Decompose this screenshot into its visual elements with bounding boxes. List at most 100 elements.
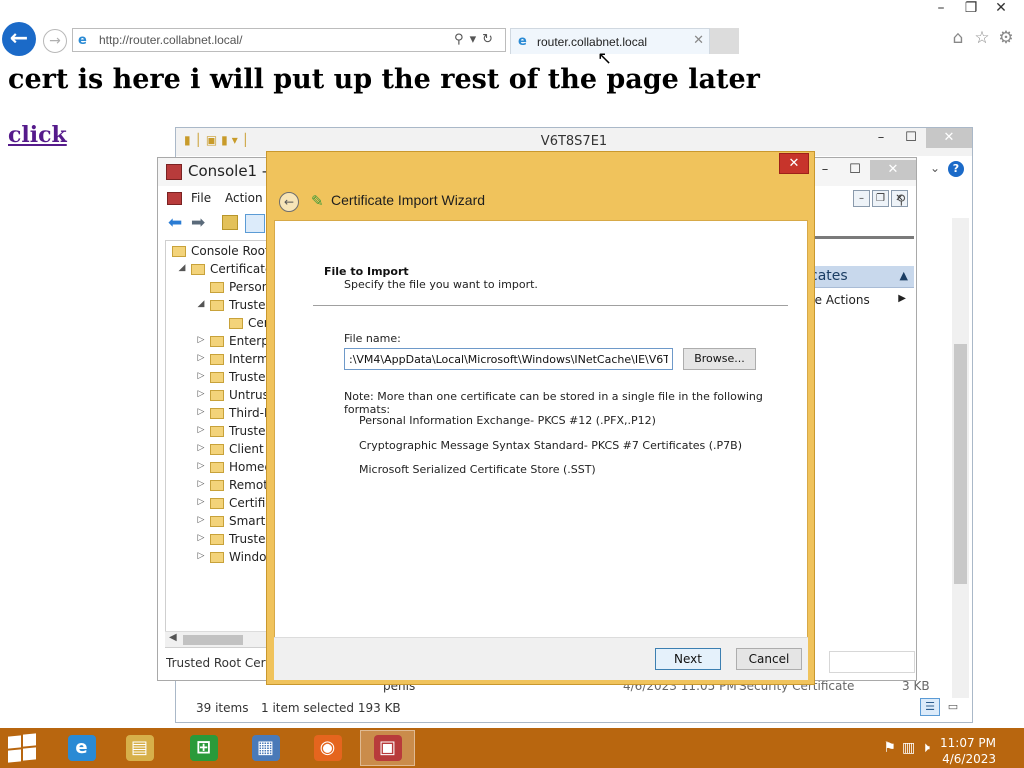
restore-icon[interactable]: ❐ [956,0,986,16]
browse-button[interactable]: Browse... [683,348,756,370]
tree-item[interactable]: ▷ Third-P [166,405,275,423]
back-arrow-icon[interactable]: ⬅ [168,213,182,233]
close-icon[interactable]: ✕ [926,128,972,148]
details-view-icon[interactable]: ☰ [920,698,940,716]
close-icon[interactable]: ✕ [870,160,916,180]
expand-icon[interactable]: ▷ [196,335,206,345]
forward-arrow-icon[interactable]: ➡ [191,213,205,233]
forward-button[interactable]: → [43,29,67,53]
cancel-button[interactable]: Cancel [736,648,802,670]
tree-item[interactable]: Cer [166,315,275,333]
wizard-close-button[interactable]: ✕ [779,153,809,174]
taskbar-app-windows-store[interactable]: ⊞ [176,730,231,766]
tree-horizontal-scrollbar[interactable]: ◀ [165,631,275,647]
minimize-icon[interactable]: – [926,0,956,16]
scrollbar-thumb[interactable] [183,635,243,645]
maximize-icon[interactable]: ☐ [840,160,870,180]
expand-icon[interactable]: ▷ [196,497,206,507]
back-button[interactable]: ← [2,22,36,56]
close-tab-icon[interactable]: ✕ [693,33,704,48]
home-icon[interactable]: ⌂ [946,28,970,48]
actions-divider [810,236,914,239]
more-actions-item[interactable]: re Actions [810,293,870,307]
tree-item[interactable]: ▷ Window [166,549,275,567]
tree-item[interactable]: ▷ Client A [166,441,275,459]
up-folder-icon[interactable] [222,215,238,230]
volume-muted-icon[interactable]: 🕨 [921,740,936,756]
flag-icon[interactable]: ⚑ [883,740,902,756]
expand-icon[interactable]: ▷ [196,461,206,471]
menu-action[interactable]: Action [225,191,263,205]
folder-icon [172,246,186,257]
expand-icon[interactable]: ▷ [196,443,206,453]
dropdown-icon[interactable]: ▾ [470,32,483,47]
menu-file[interactable]: File [191,191,211,205]
expand-icon[interactable]: ▷ [196,353,206,363]
maximize-icon[interactable]: ☐ [896,128,926,148]
scrollbar-thumb[interactable] [954,344,967,584]
collapse-up-icon[interactable]: ▲ [900,269,908,282]
expand-icon[interactable]: ▷ [196,551,206,561]
settings-gear-icon[interactable]: ⚙ [994,28,1018,48]
favorites-star-icon[interactable]: ☆ [970,28,994,48]
search-icon[interactable]: ⚲ [454,32,470,47]
expand-icon[interactable]: ▷ [196,533,206,543]
tree-item[interactable]: ▷ Enterpr [166,333,275,351]
folder-icon [210,516,224,527]
tree-item[interactable]: ▷ Trusted [166,369,275,387]
next-button[interactable]: Next [655,648,721,670]
minimize-icon[interactable]: – [853,190,870,207]
tree-item[interactable]: ▷ Homeg [166,459,275,477]
taskbar-app-firefox[interactable]: ◉ [300,730,355,766]
scroll-left-icon[interactable]: ◀ [169,632,177,643]
taskbar-app-internet-explorer[interactable]: e [54,730,109,766]
taskbar-app-toolbox[interactable]: ▣ [360,730,415,766]
expand-icon[interactable]: ▷ [196,515,206,525]
search-icon[interactable]: ⚲ [896,193,906,208]
refresh-icon[interactable]: ↻ [482,32,499,47]
collapse-icon[interactable]: ◢ [196,299,206,309]
explorer-scrollbar[interactable] [952,218,969,698]
collapse-icon[interactable]: ◢ [177,263,187,273]
tree-item[interactable]: ▷ Certific [166,495,275,513]
taskbar-app-control-panel[interactable]: ▦ [238,730,293,766]
clock-date[interactable]: 4/6/2023 [942,752,996,766]
clock-time[interactable]: 11:07 PM [940,736,996,750]
show-hide-tree-icon[interactable] [245,214,265,233]
taskbar-app-file-explorer[interactable]: ▤ [112,730,167,766]
actions-header[interactable]: cates ▲ [810,266,914,288]
tree-item[interactable]: ▷ Smart C [166,513,275,531]
folder-icon [210,552,224,563]
file-name-input[interactable] [344,348,673,370]
tree-item[interactable]: Persona [166,279,275,297]
expand-icon[interactable]: ▷ [196,479,206,489]
folder-icon [210,336,224,347]
browser-tools: ⌂ ☆ ⚙ [946,28,1018,48]
minimize-icon[interactable]: – [866,128,896,148]
tree-item[interactable]: ◢ Certificates [166,261,275,279]
restore-icon[interactable]: ❐ [872,190,889,207]
help-icon[interactable]: ? [948,161,964,177]
expand-icon[interactable]: ▷ [196,407,206,417]
tree-item[interactable]: ▷ Interme [166,351,275,369]
network-icon[interactable]: ▥ [902,740,921,756]
tree-item[interactable]: Console Root [166,243,275,261]
tree-item[interactable]: ▷ Untrust [166,387,275,405]
system-menu-icon[interactable] [167,192,182,205]
chevron-down-icon[interactable]: ⌄ [930,161,940,175]
address-url[interactable]: http://router.collabnet.local/ [99,33,242,47]
close-icon[interactable]: ✕ [986,0,1016,16]
new-tab-button[interactable] [710,28,739,54]
expand-icon[interactable]: ▷ [196,389,206,399]
expand-icon[interactable]: ▷ [196,425,206,435]
wizard-back-button[interactable]: ← [279,192,299,212]
tree-item[interactable]: ▷ Remote [166,477,275,495]
tree-item[interactable]: ◢ Trusted [166,297,275,315]
start-button[interactable] [8,733,38,763]
address-bar[interactable]: e http://router.collabnet.local/ ⚲▾↻ [72,28,506,52]
page-link[interactable]: click [8,122,67,148]
tree-item[interactable]: ▷ Trusted [166,531,275,549]
expand-icon[interactable]: ▷ [196,371,206,381]
tree-item[interactable]: ▷ Trusted [166,423,275,441]
large-icons-view-icon[interactable]: ▭ [944,698,962,716]
